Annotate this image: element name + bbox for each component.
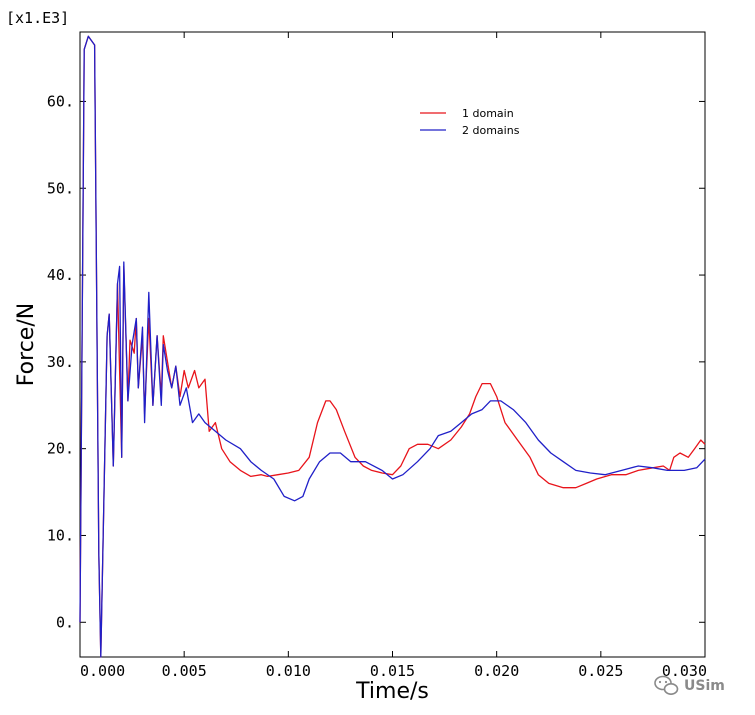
x-tick-label: 0.010 [266,662,311,680]
y-multiplier-label: [x1.E3] [6,9,69,27]
plot-frame [79,31,706,658]
y-tick-label: 20. [47,440,74,458]
legend-label: 1 domain [462,107,514,120]
legend: 1 domain 2 domains [420,107,520,137]
x-tick-label: 0.020 [474,662,519,680]
y-tick-label: 40. [47,266,74,284]
watermark-text: USim [684,678,725,694]
y-tick-label: 10. [47,526,74,544]
series-layer [79,35,706,658]
legend-label: 2 domains [462,124,520,137]
x-tick-label: 0.005 [162,662,207,680]
x-tick-label: 0.025 [578,662,623,680]
x-tick-label: 0.000 [80,662,125,680]
y-tick-label: 30. [47,353,74,371]
y-axis-title: Force/N [14,303,39,386]
y-tick-label: 60. [47,92,74,110]
force-time-chart: [x1.E3] 0.000 0.005 0.010 0.015 0.020 0.025 0.… [6,9,725,704]
plot-area: 0.000 0.005 0.010 0.015 0.020 0.025 0.0300.10.… [47,31,707,680]
x-axis-title: Time/s [355,679,429,704]
x-tick-label: 0.015 [370,662,415,680]
series-line-1-domain [79,35,706,658]
axis-ticks: 0.000 0.005 0.010 0.015 0.020 0.025 0.0300.10.… [47,32,707,680]
y-tick-label: 50. [47,179,74,197]
y-tick-label: 0. [56,613,74,631]
series-line-2-domains [79,35,706,658]
